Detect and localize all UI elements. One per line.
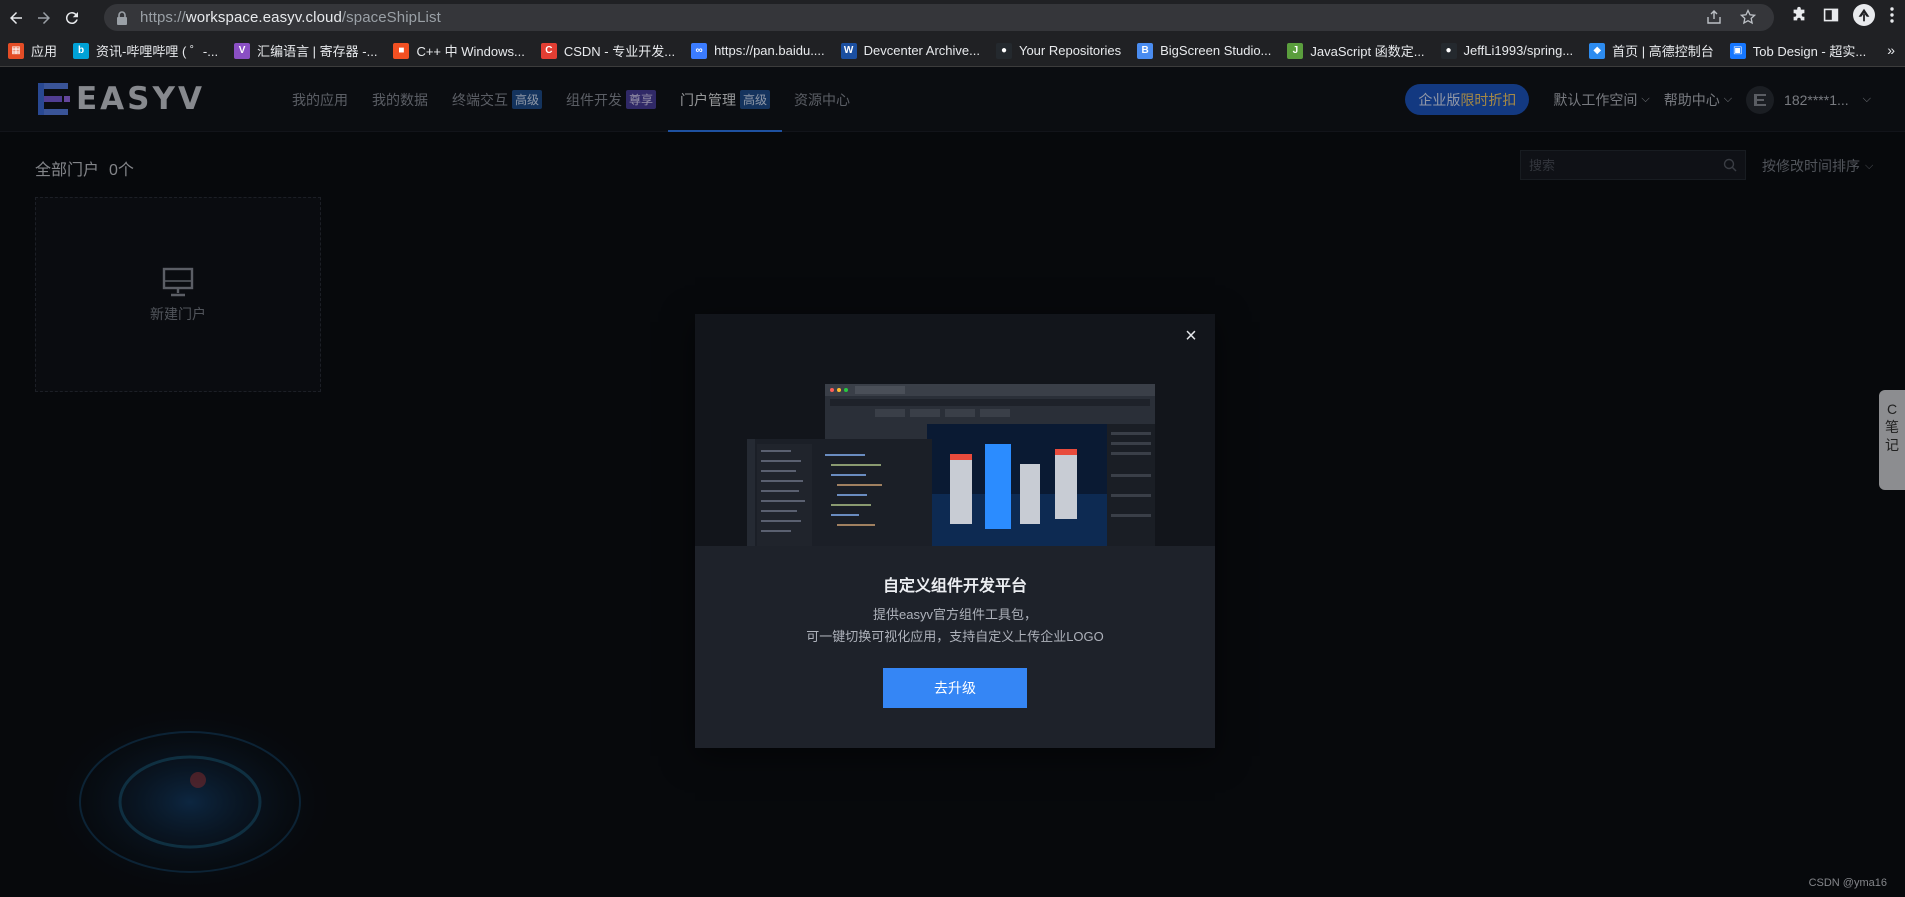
bookmark-label: C++ 中 Windows... [416,44,525,59]
bookmark-favicon-icon: ● [995,42,1012,59]
bookmark-favicon-icon: ▦ [8,42,24,59]
bookmark-favicon-icon: V [234,42,251,59]
bookmark-favicon-icon: ■ [393,42,410,59]
bookmark-favicon-icon: ▣ [1729,42,1746,59]
bookmark-favicon-icon: C [540,42,557,59]
bookmark-label: BigScreen Studio... [1160,43,1272,58]
bookmarks-more-button[interactable]: » [1887,42,1895,58]
share-icon[interactable] [1706,9,1722,25]
extensions-icon[interactable] [1789,5,1809,25]
back-icon[interactable] [2,4,30,32]
bookmark-favicon-icon: ● [1440,42,1457,59]
bookmark-item[interactable]: B BigScreen Studio... [1137,42,1272,59]
bookmark-item[interactable]: ● Your Repositories [995,42,1122,59]
lock-icon [117,10,127,25]
upgrade-modal: × 自定义组件开发平台 提供easyv官方组件工具包， 可一键切换可视化应用，支… [695,314,1215,748]
bookmark-item[interactable]: J JavaScript 函数定... [1287,41,1425,60]
bookmark-label: 应用 [31,44,58,59]
bookmark-item[interactable]: ■ C++ 中 Windows... [393,41,525,60]
bookmark-label: Devcenter Archive... [863,43,980,58]
reload-icon[interactable] [58,4,86,32]
bookmark-item[interactable]: ∞ https://pan.baidu.... [691,42,825,59]
bookmark-favicon-icon: B [1137,42,1154,59]
bookmark-favicon-icon: J [1287,42,1304,59]
bookmark-item[interactable]: b 资讯-哔哩哔哩 ( ゜-... [73,41,218,60]
url-text: https://workspace.easyv.cloud/spaceShipL… [140,9,441,26]
bookmark-favicon-icon: W [840,42,857,59]
modal-desc-line: 提供easyv官方组件工具包， [873,607,1037,622]
bookmark-item[interactable]: ▣ Tob Design - 超实... [1729,41,1867,60]
bookmark-label: 首页 | 高德控制台 [1612,44,1714,59]
bookmark-item[interactable]: V 汇编语言 | 寄存器 -... [234,41,377,60]
chrome-menu-icon[interactable] [1887,5,1897,25]
bookmark-item[interactable]: ◆ 首页 | 高德控制台 [1589,41,1714,60]
bookmark-favicon-icon: ◆ [1589,42,1606,59]
bookmark-item[interactable]: W Devcenter Archive... [840,42,980,59]
browser-toolbar: https://workspace.easyv.cloud/spaceShipL… [0,0,1905,35]
bookmark-favicon-icon: b [73,42,90,59]
bookmark-label: 资讯-哔哩哔哩 ( ゜-... [96,44,219,59]
bookmarks-bar: ▦ 应用 b 资讯-哔哩哔哩 ( ゜-... V 汇编语言 | 寄存器 -... ■ C++ … [0,35,1905,67]
modal-desc-line: 可一键切换可视化应用，支持自定义上传企业LOGO [806,629,1104,644]
bookmark-item[interactable]: ▦ 应用 [8,41,57,60]
forward-icon[interactable] [30,4,58,32]
bookmark-label: JavaScript 函数定... [1310,44,1425,59]
bookmark-favicon-icon: ∞ [691,42,708,59]
bookmark-label: Your Repositories [1018,43,1122,58]
upgrade-button[interactable]: 去升级 [883,668,1027,708]
side-panel-icon[interactable] [1821,5,1841,25]
close-icon[interactable]: × [1183,326,1199,346]
modal-hero-image [695,314,1215,546]
bookmark-label: CSDN - 专业开发... [563,44,676,59]
modal-title: 自定义组件开发平台 [882,578,1027,595]
bookmark-label: 汇编语言 | 寄存器 -... [257,44,378,59]
modal-description: 提供easyv官方组件工具包， 可一键切换可视化应用，支持自定义上传企业LOGO [695,604,1215,648]
bookmark-item[interactable]: C CSDN - 专业开发... [540,41,676,60]
bookmark-label: Tob Design - 超实... [1752,44,1867,59]
profile-avatar-icon[interactable] [1853,4,1875,26]
bookmark-item[interactable]: ● JeffLi1993/spring... [1440,42,1574,59]
bookmark-label: JeffLi1993/spring... [1463,43,1574,58]
address-bar[interactable]: https://workspace.easyv.cloud/spaceShipL… [104,4,1774,31]
bookmark-label: https://pan.baidu.... [714,43,825,58]
bookmark-star-icon[interactable] [1740,9,1756,25]
